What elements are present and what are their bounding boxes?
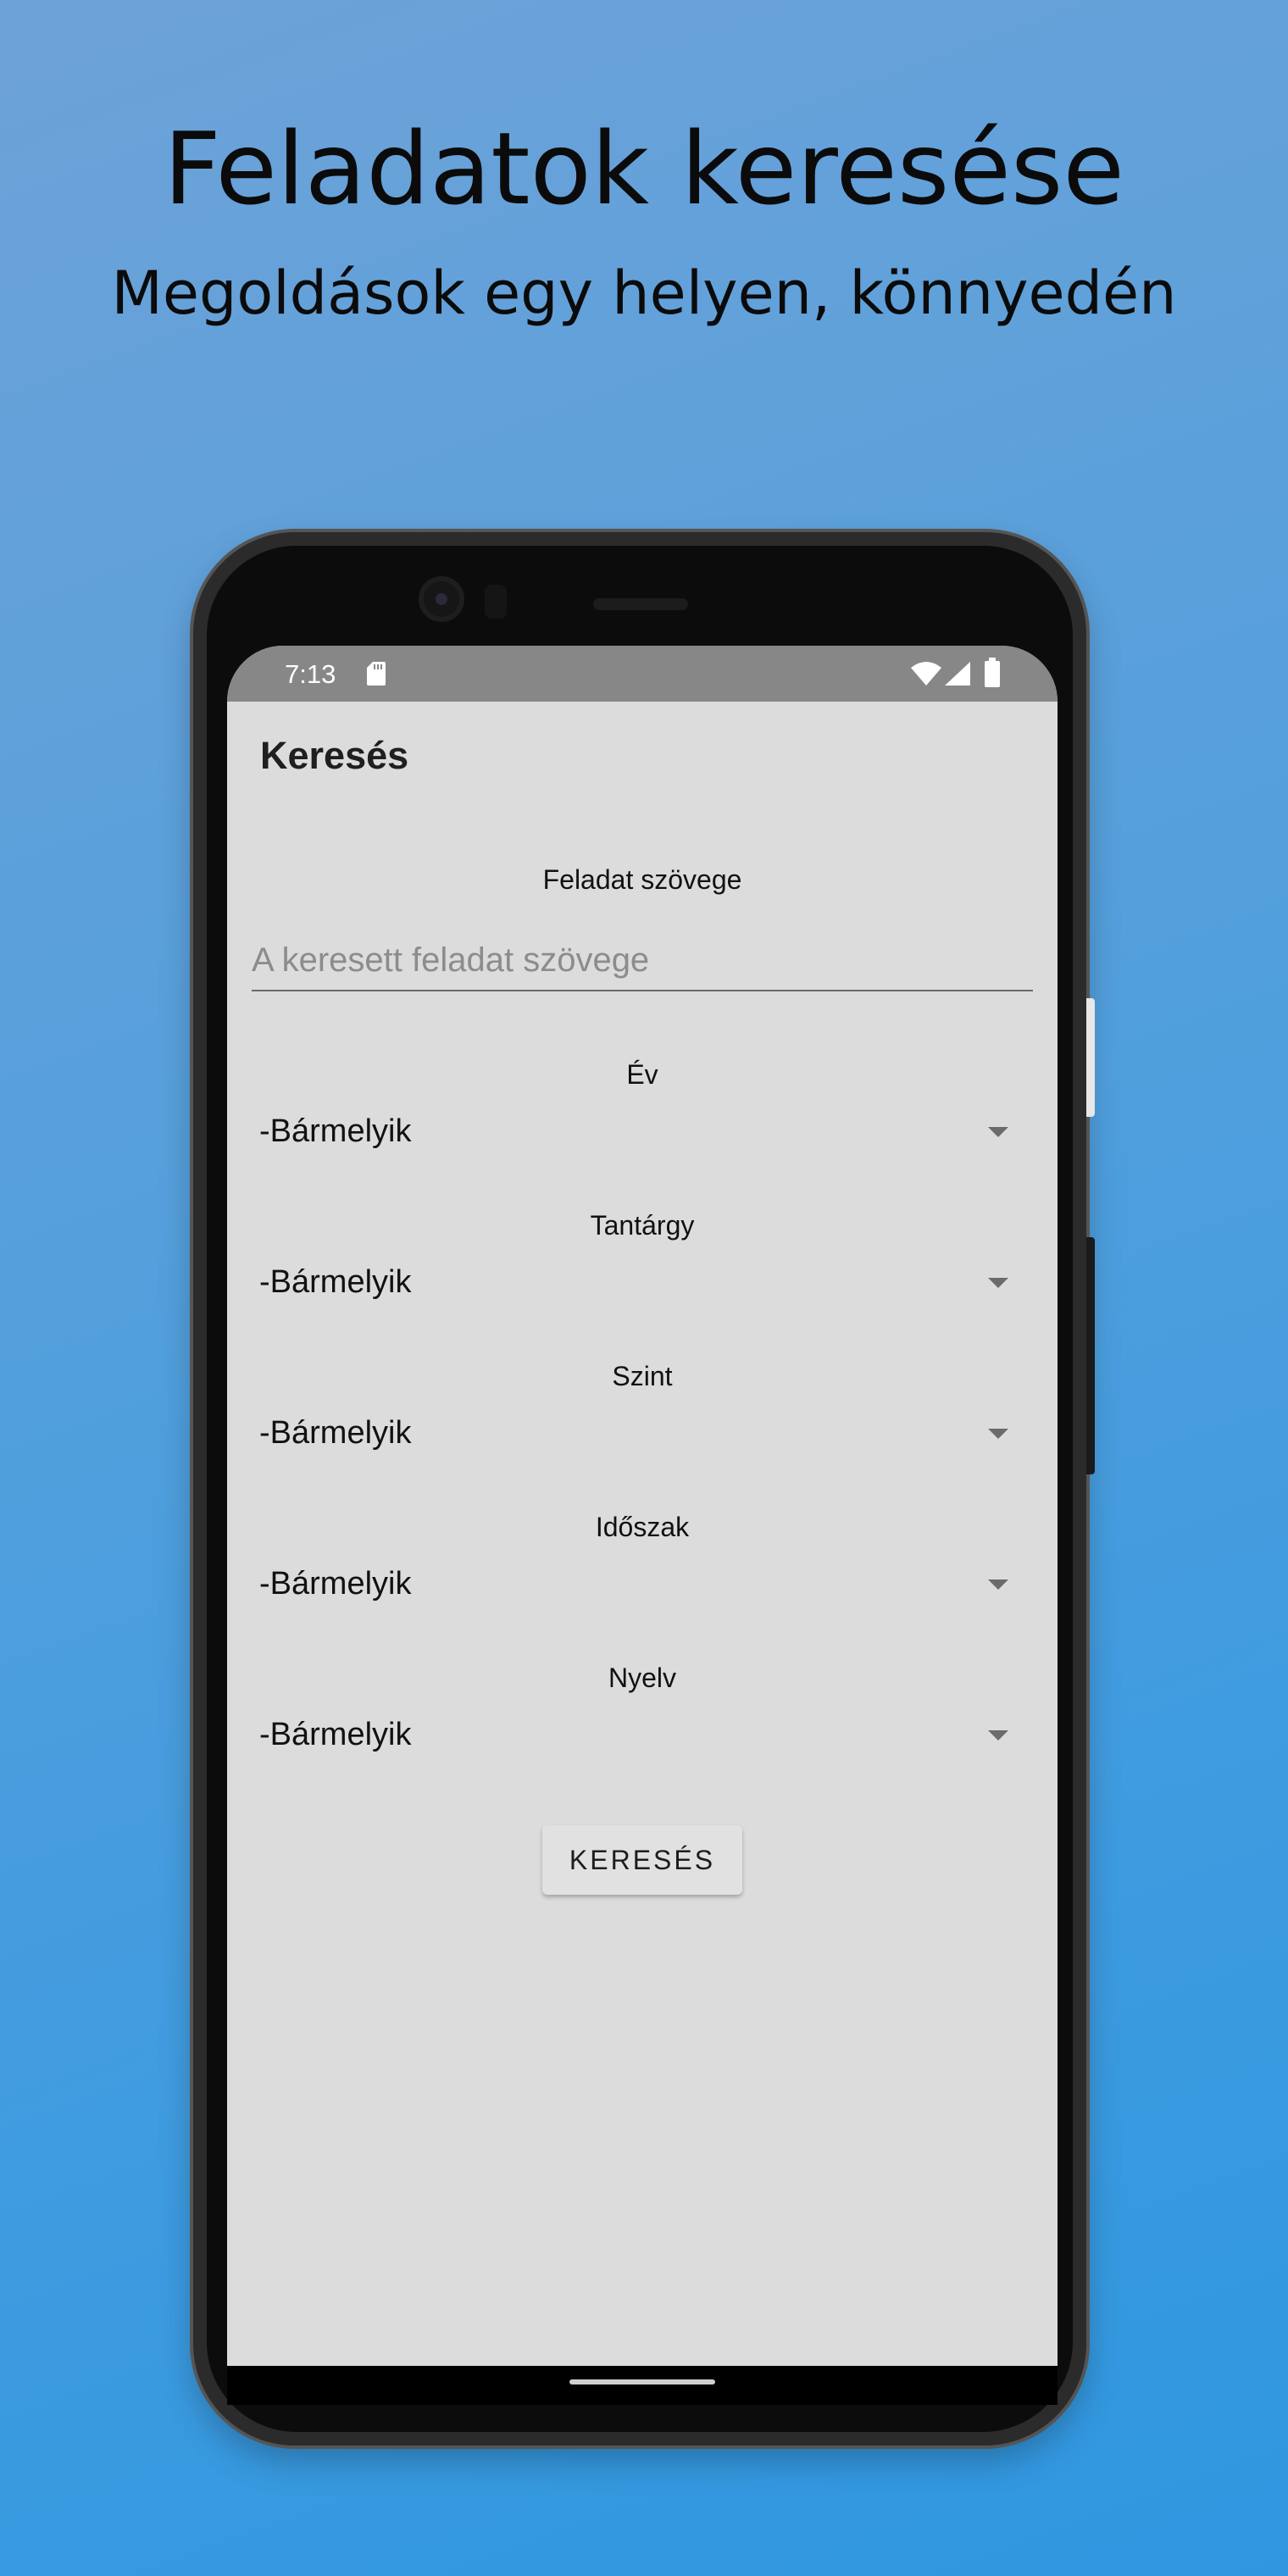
sd-card-icon <box>367 662 386 686</box>
dropdown-arrow-icon <box>988 1127 1008 1137</box>
promo-headline: Feladatok keresése <box>163 110 1125 227</box>
level-label: Szint <box>612 1361 673 1391</box>
phone-screen: 7:13 Keresés Feladat szövege Év -Bármely… <box>227 646 1058 2366</box>
power-button <box>1086 998 1095 1117</box>
promo-subheadline: Megoldások egy helyen, könnyedén <box>111 258 1177 328</box>
subject-dropdown[interactable]: -Bármelyik <box>259 1254 1022 1313</box>
language-label: Nyelv <box>608 1663 676 1693</box>
year-dropdown-value: -Bármelyik <box>259 1113 412 1149</box>
front-camera <box>419 576 464 622</box>
language-dropdown[interactable]: -Bármelyik <box>259 1707 1022 1766</box>
subject-dropdown-value: -Bármelyik <box>259 1264 412 1300</box>
volume-button <box>1086 1237 1095 1474</box>
task-text-input[interactable] <box>252 930 1033 991</box>
status-time: 7:13 <box>285 659 336 689</box>
battery-icon <box>985 658 1000 687</box>
earpiece-speaker <box>593 598 688 610</box>
subject-label: Tantárgy <box>590 1210 695 1241</box>
language-dropdown-value: -Bármelyik <box>259 1717 412 1752</box>
period-dropdown-value: -Bármelyik <box>259 1566 412 1602</box>
search-button[interactable]: KERESÉS <box>542 1825 742 1895</box>
navigation-bar <box>227 2366 1058 2405</box>
year-dropdown[interactable]: -Bármelyik <box>259 1103 1022 1163</box>
year-label: Év <box>626 1059 658 1090</box>
status-bar: 7:13 <box>227 646 1058 702</box>
dropdown-arrow-icon <box>988 1429 1008 1439</box>
cell-signal-icon <box>945 662 970 686</box>
dropdown-arrow-icon <box>988 1730 1008 1740</box>
dropdown-arrow-icon <box>988 1278 1008 1288</box>
level-dropdown-value: -Bármelyik <box>259 1415 412 1451</box>
page-title: Keresés <box>260 734 409 777</box>
home-indicator[interactable] <box>569 2379 715 2384</box>
level-dropdown[interactable]: -Bármelyik <box>259 1405 1022 1464</box>
period-label: Időszak <box>595 1512 690 1542</box>
dropdown-arrow-icon <box>988 1579 1008 1590</box>
proximity-sensor <box>485 585 507 619</box>
task-text-label: Feladat szövege <box>542 864 742 895</box>
wifi-icon <box>911 662 941 686</box>
period-dropdown[interactable]: -Bármelyik <box>259 1556 1022 1615</box>
